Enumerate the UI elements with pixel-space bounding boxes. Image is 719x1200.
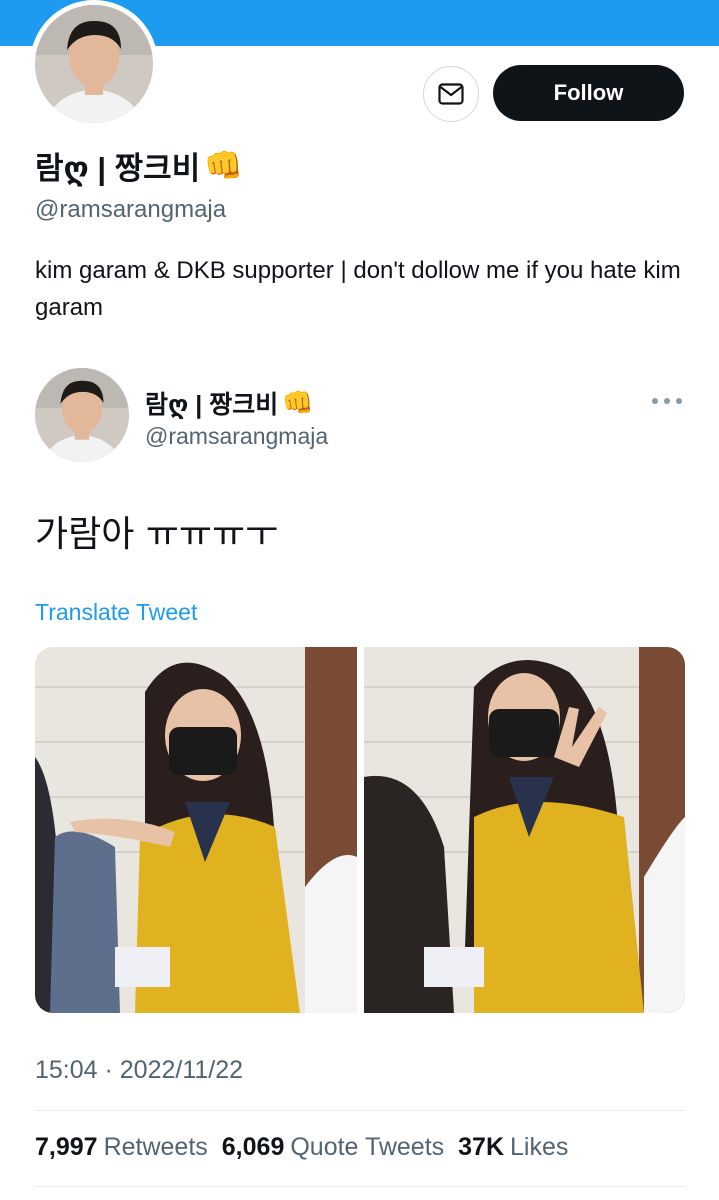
- more-horizontal-icon[interactable]: [652, 396, 682, 406]
- photo-image: [35, 647, 357, 1013]
- tweet-media: [35, 647, 685, 1013]
- avatar-photo: [35, 5, 153, 123]
- profile-name-text: 람ღ | 짱크비: [35, 151, 201, 186]
- tweet-stats: 7,997 Retweets 6,069 Quote Tweets 37K Likes: [35, 1133, 568, 1162]
- divider: [35, 1186, 685, 1187]
- profile-bio: kim garam & DKB supporter | don't dollow…: [35, 257, 681, 321]
- mail-icon: [438, 83, 464, 105]
- profile-handle: @ramsarangmaja: [35, 196, 227, 223]
- retweets-stat[interactable]: 7,997 Retweets: [35, 1133, 208, 1162]
- avatar-photo: [35, 368, 129, 462]
- message-button[interactable]: [423, 66, 479, 122]
- follow-button[interactable]: Follow: [493, 65, 684, 121]
- tweet-photo-1[interactable]: [35, 647, 357, 1013]
- photo-image: [363, 647, 685, 1013]
- tweet-author-name[interactable]: 람ღ | 짱크비 👊: [145, 385, 313, 421]
- quote-tweets-stat[interactable]: 6,069 Quote Tweets: [222, 1133, 444, 1162]
- profile-avatar[interactable]: [30, 0, 158, 128]
- tweet-text: 가람아 ㅠㅠㅠㅜ: [35, 514, 279, 555]
- fist-emoji-icon: 👊: [204, 148, 243, 183]
- profile-display-name[interactable]: 람ღ | 짱크비 👊: [35, 143, 243, 188]
- fist-emoji-icon: 👊: [282, 388, 314, 417]
- likes-stat[interactable]: 37K Likes: [458, 1133, 568, 1162]
- tweet-photo-2[interactable]: [363, 647, 685, 1013]
- tweet-timestamp[interactable]: 15:04 · 2022/11/22: [35, 1056, 243, 1085]
- translate-tweet-link[interactable]: Translate Tweet: [35, 599, 197, 626]
- divider: [35, 1110, 685, 1111]
- tweet-author-handle[interactable]: @ramsarangmaja: [145, 423, 328, 450]
- tweet-avatar[interactable]: [35, 368, 129, 462]
- tweet-author-name-text: 람ღ | 짱크비: [145, 391, 279, 419]
